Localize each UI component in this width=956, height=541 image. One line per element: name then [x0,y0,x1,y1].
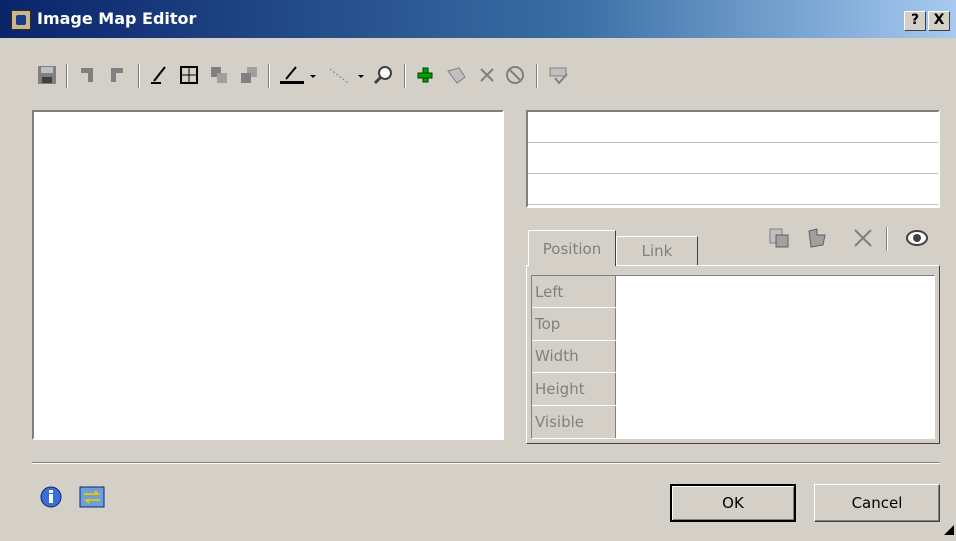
remove-hotspot-icon[interactable] [848,223,878,253]
property-label: Width [532,340,616,373]
list-item[interactable] [528,143,938,174]
divider [32,462,940,464]
tab-link[interactable]: Link [616,236,698,266]
properties-grid: Left Top Width Height Visible [531,275,935,439]
width-field[interactable] [616,340,934,373]
left-field[interactable] [616,276,934,308]
top-field[interactable] [616,308,934,340]
line-style-icon[interactable] [324,58,368,92]
property-label: Left [532,276,616,308]
save-icon[interactable] [34,58,60,92]
resize-grip[interactable] [944,525,954,535]
property-row-visible: Visible [532,405,934,438]
image-canvas[interactable] [32,110,504,440]
add-icon[interactable] [412,58,438,92]
swap-icon[interactable] [78,484,106,513]
app-icon [11,10,31,30]
redo-icon[interactable] [104,58,130,92]
bring-forward-icon[interactable] [206,58,232,92]
delete-icon[interactable] [474,58,500,92]
cancel-icon[interactable] [502,58,528,92]
hotspot-list[interactable] [526,110,940,208]
tab-position[interactable]: Position [528,230,616,266]
title-bar: Image Map Editor ? X [0,0,956,38]
test-icon[interactable] [544,58,574,92]
height-field[interactable] [616,373,934,405]
close-button[interactable]: X [928,11,950,31]
property-label: Top [532,308,616,340]
visible-field[interactable] [616,405,934,438]
line-color-icon[interactable] [276,58,320,92]
ok-button[interactable]: OK [670,484,796,522]
help-button[interactable]: ? [904,11,926,31]
copy-hotspot-icon[interactable] [766,223,792,253]
rectangle-edit-icon[interactable] [176,58,202,92]
window-title: Image Map Editor [37,9,197,28]
properties-panel: Left Top Width Height Visible [526,265,940,444]
cancel-button[interactable]: Cancel [814,484,940,522]
property-label: Visible [532,405,616,438]
edit-hotspot-icon[interactable] [442,58,472,92]
list-item[interactable] [528,174,938,205]
property-label: Height [532,373,616,405]
property-row-width: Width [532,340,934,374]
pencil-icon[interactable] [146,58,172,92]
paste-hotspot-icon[interactable] [802,223,832,253]
zoom-icon[interactable] [370,58,396,92]
undo-icon[interactable] [74,58,100,92]
info-icon[interactable] [38,484,64,513]
property-row-left: Left [532,276,934,309]
property-row-top: Top [532,308,934,341]
toolbar [32,58,932,92]
visibility-icon[interactable] [902,223,932,253]
property-row-height: Height [532,373,934,406]
list-item[interactable] [528,112,938,143]
send-backward-icon[interactable] [236,58,262,92]
